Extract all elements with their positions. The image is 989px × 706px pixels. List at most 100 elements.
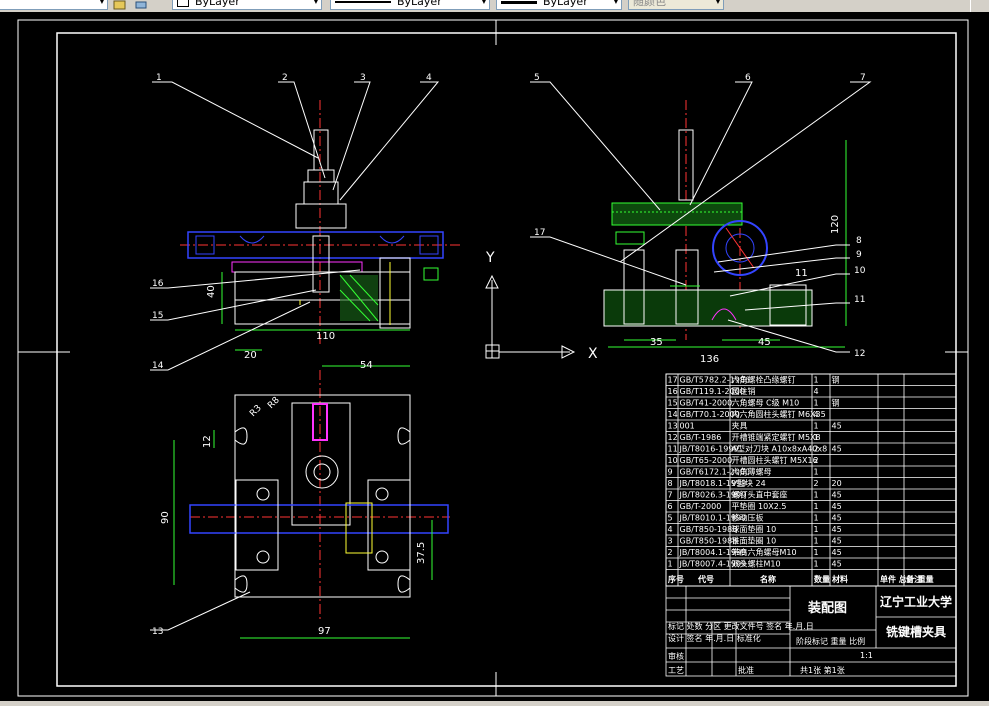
bom-row-name: 平垫圈 10X2.5 [732, 501, 787, 511]
bom-header-no: 序号 [668, 574, 684, 584]
ucs-icon [485, 274, 576, 359]
dim-top-r2: R8 [266, 395, 282, 411]
dim-front-left: 20 [244, 350, 257, 361]
chevron-down-icon[interactable]: ▼ [481, 0, 487, 5]
bom-row-no: 1 [668, 560, 673, 569]
dim-top-upper: 54 [360, 360, 373, 371]
bom-row-name: 夹具 [732, 421, 748, 431]
plotstyle-control-value: 随颜色 [633, 0, 666, 8]
dim-side-height: 120 [830, 215, 841, 234]
bom-row-code: GB/T-1986 [680, 433, 722, 442]
bom-row-qty: 1 [814, 560, 819, 569]
bom-row-code: JB/T8016-1999 [679, 445, 739, 454]
bom-row-name: 内六角圆柱头螺钉 M6X35 [732, 409, 826, 419]
balloon-16: 16 [152, 279, 164, 289]
scale-value: 1:1 [860, 651, 873, 660]
bom-row-name: 六角螺栓凸缘螺钉 [732, 375, 796, 385]
bom-row-name: 移动压板 [732, 513, 764, 523]
linetype-control[interactable]: ByLayer ▼ [330, 0, 490, 10]
dim-side-left: 35 [650, 337, 663, 348]
bom-row-no: 14 [668, 410, 678, 419]
bom-header-remark: 备注 [905, 574, 922, 584]
bom-row-qty: 1 [814, 537, 819, 546]
bom-row-mat: 45 [832, 525, 842, 534]
chevron-down-icon[interactable]: ▼ [613, 0, 619, 5]
bom-row-qty: 2 [814, 456, 819, 465]
dim-top-height: 90 [160, 511, 171, 524]
bom-row-code: GB/T41-2000 [680, 399, 733, 408]
chevron-down-icon[interactable]: ▼ [99, 0, 105, 5]
balloon-14: 14 [152, 361, 164, 371]
balloon-17: 17 [534, 228, 545, 238]
dim-top-r1: R3 [248, 403, 264, 419]
bom-row-mat: 钢 [832, 375, 840, 385]
balloon-10: 10 [854, 266, 866, 276]
bom-row-qty: 1 [814, 525, 819, 534]
plotstyle-control[interactable]: 随颜色 ▼ [628, 0, 724, 10]
dim-front-width: 110 [316, 331, 335, 342]
bom-row-name: 六角螺母 C级 M10 [732, 398, 800, 408]
layer-previous-icon[interactable] [135, 0, 148, 10]
chevron-down-icon[interactable]: ▼ [715, 0, 721, 5]
bom-row-name: 双头螺柱M10 [732, 559, 781, 569]
bom-row-code: GB/T-2000 [680, 502, 722, 511]
bom-row-name: 圆柱销 [732, 386, 756, 396]
balloon-7: 7 [860, 73, 866, 83]
layer-make-current-icon[interactable] [113, 0, 126, 10]
part-name: 铣键槽夹具 [886, 624, 946, 639]
lineweight-control-value: ByLayer [543, 0, 588, 8]
row-approve: 批准 [738, 665, 754, 675]
bom-row-no: 13 [668, 422, 678, 431]
bom-row-qty: 1 [814, 514, 819, 523]
bom-row-no: 17 [668, 376, 678, 385]
dim-front-height: 40 [206, 285, 217, 298]
bom-row-name: 球面垫圈 10 [732, 524, 777, 534]
bom-header-code: 代号 [697, 574, 714, 584]
bom-row-qty: 1 [814, 376, 819, 385]
layer-control[interactable]: ▼ [0, 0, 108, 10]
bom-row-no: 9 [668, 468, 673, 477]
color-control[interactable]: ByLayer ▼ [172, 0, 322, 10]
linetype-control-value: ByLayer [397, 0, 442, 8]
drawing-frame [56, 32, 957, 687]
bom-row-name: V型块 24 [732, 478, 766, 488]
top-view: 54 90 37.5 97 12 R3 R8 [160, 360, 450, 639]
bom-row-mat: 45 [832, 422, 842, 431]
bom-row-mat: 45 [832, 502, 842, 511]
bom-row-name: 螺钉头直中套座 [732, 490, 788, 500]
horizontal-scrollbar[interactable] [0, 701, 989, 706]
stage-label: 阶段标记 重量 比例 [796, 636, 865, 646]
dim-top-bottom: 97 [318, 626, 331, 637]
balloon-2: 2 [282, 73, 288, 83]
ucs-x-label: X [588, 346, 598, 362]
bom-row-code: GB/T850-1988 [680, 537, 738, 546]
bom-row-mat: 45 [832, 537, 842, 546]
balloon-9: 9 [856, 250, 862, 260]
dim-top-left: 12 [202, 435, 213, 448]
bom-row-mat: 45 [832, 491, 842, 500]
dim-side-small: 11 [795, 268, 808, 279]
bom-row-name: 开槽圆柱头螺钉 M5X16 [732, 455, 818, 465]
bom-row-qty: 4 [814, 410, 819, 419]
balloon-3: 3 [360, 73, 366, 83]
drawing-name: 装配图 [807, 600, 847, 616]
school-name: 辽宁工业大学 [880, 594, 952, 609]
bom-row-qty: 1 [814, 491, 819, 500]
balloon-12: 12 [854, 349, 865, 359]
lineweight-control[interactable]: ByLayer ▼ [496, 0, 622, 10]
bom-header-mat: 材料 [832, 574, 848, 584]
bom-row-no: 10 [668, 456, 678, 465]
balloon-8: 8 [856, 236, 862, 246]
chevron-down-icon[interactable]: ▼ [313, 0, 319, 5]
balloon-11: 11 [854, 295, 865, 305]
bom-table: 17 GB/T5782.2-1986六角螺栓凸缘螺钉 1 钢16 GB/T119.1-2… [665, 373, 957, 587]
toolbar-grip[interactable] [970, 0, 989, 12]
drawing-area[interactable]: 110 20 40 136 35 45 120 11 54 90 37.5 97… [0, 12, 989, 701]
bom-row-qty: 2 [814, 479, 819, 488]
side-view: 136 35 45 120 11 [603, 100, 847, 365]
dim-top-right: 37.5 [416, 542, 427, 564]
bom-row-no: 3 [668, 537, 673, 546]
bom-row-qty: 1 [814, 502, 819, 511]
bom-header-name: 名称 [760, 574, 776, 584]
balloon-6: 6 [745, 73, 751, 83]
